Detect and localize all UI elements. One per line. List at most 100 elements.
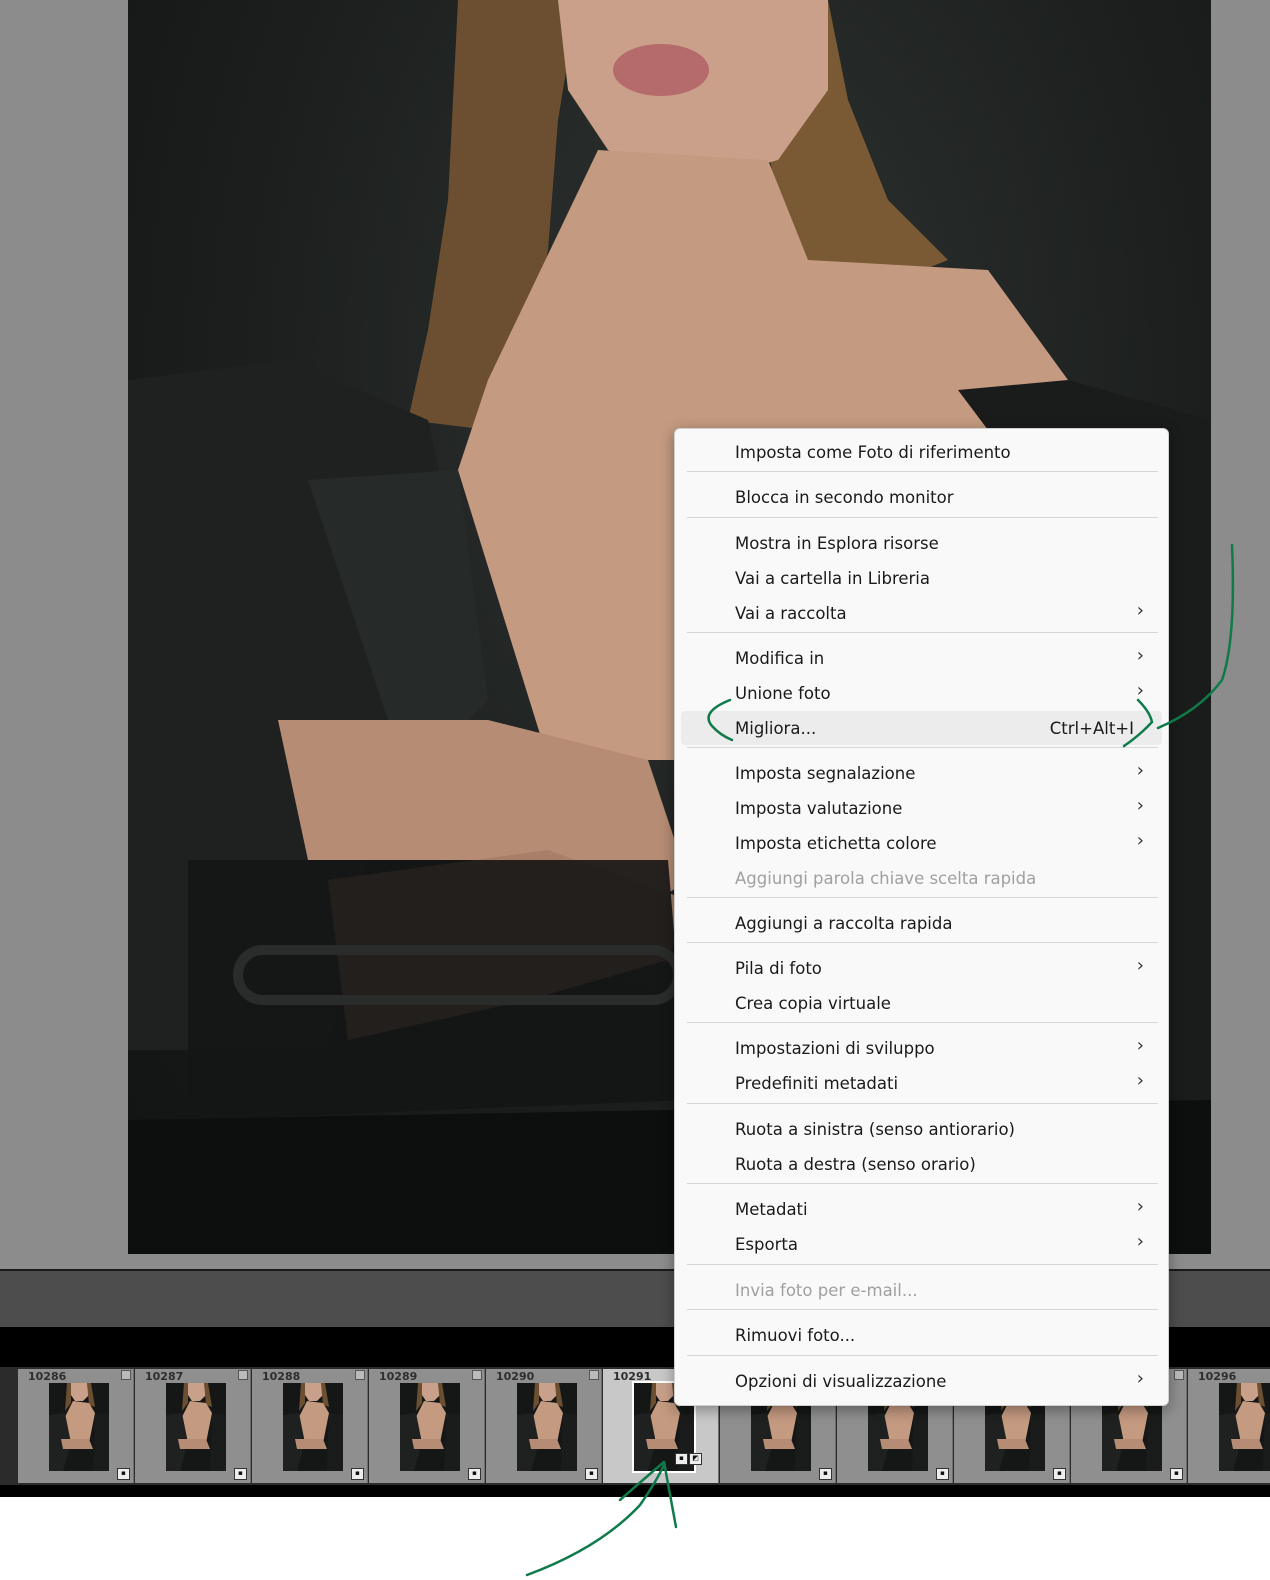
stack-corner-icon[interactable] <box>1174 1370 1184 1380</box>
menu-item-label: Imposta come Foto di riferimento <box>735 443 1011 462</box>
menu-item-aggiungi-a-raccolta-rapida[interactable]: Aggiungi a raccolta rapida <box>681 906 1162 940</box>
menu-item-impostazioni-di-sviluppo[interactable]: Impostazioni di sviluppo › <box>681 1031 1162 1065</box>
menu-item-label: Imposta valutazione <box>735 799 903 818</box>
filmstrip-thumbnail[interactable]: 10286 ▪ <box>18 1369 134 1483</box>
menu-item-pila-di-foto[interactable]: Pila di foto › <box>681 951 1162 985</box>
comment-badge-icon[interactable]: ▪ <box>468 1468 481 1480</box>
menu-item-imposta-valutazione[interactable]: Imposta valutazione › <box>681 791 1162 825</box>
menu-item-label: Esporta <box>735 1235 798 1254</box>
chevron-right-icon: › <box>1136 1196 1144 1217</box>
thumbnail-number: 10286 <box>28 1370 67 1383</box>
menu-item-imposta-segnalazione[interactable]: Imposta segnalazione › <box>681 756 1162 790</box>
menu-item-label: Vai a raccolta <box>735 604 847 623</box>
comment-badge-icon[interactable]: ▪ <box>585 1468 598 1480</box>
menu-item-ruota-a-destra-senso-orario[interactable]: Ruota a destra (senso orario) <box>681 1147 1162 1181</box>
comment-badge-icon[interactable]: ▪ <box>117 1468 130 1480</box>
thumbnail-image <box>166 1383 226 1471</box>
chevron-right-icon: › <box>1136 1070 1144 1091</box>
chevron-right-icon: › <box>1136 1368 1144 1389</box>
stack-corner-icon[interactable] <box>589 1370 599 1380</box>
menu-item-unione-foto[interactable]: Unione foto › <box>681 676 1162 710</box>
comment-badge-icon[interactable]: ▪ <box>1170 1468 1183 1480</box>
thumbnail-image <box>283 1383 343 1471</box>
comment-badge-icon[interactable]: ▪ <box>351 1468 364 1480</box>
thumbnail-number: 10289 <box>379 1370 418 1383</box>
menu-item-label: Predefiniti metadati <box>735 1074 899 1093</box>
comment-badge-icon[interactable]: ▪ <box>1053 1468 1066 1480</box>
menu-separator <box>687 1022 1158 1023</box>
menu-item-mostra-in-esplora-risorse[interactable]: Mostra in Esplora risorse <box>681 526 1162 560</box>
menu-separator <box>687 747 1158 748</box>
stack-corner-icon[interactable] <box>355 1370 365 1380</box>
menu-item-imposta-etichetta-colore[interactable]: Imposta etichetta colore › <box>681 826 1162 860</box>
menu-item-label: Aggiungi parola chiave scelta rapida <box>735 869 1037 888</box>
filmstrip-footer <box>0 1485 1270 1497</box>
menu-item-imposta-come-foto-di-riferimento[interactable]: Imposta come Foto di riferimento <box>681 435 1162 469</box>
menu-item-shortcut: Ctrl+Alt+I <box>1049 719 1134 738</box>
develop-adjusted-icon[interactable]: ◩ <box>689 1453 702 1465</box>
menu-item-label: Impostazioni di sviluppo <box>735 1039 935 1058</box>
chevron-right-icon: › <box>1136 1231 1144 1252</box>
filmstrip-thumbnail[interactable]: 10287 ▪ <box>135 1369 251 1483</box>
filmstrip-thumbnail[interactable]: 10289 ▪ <box>369 1369 485 1483</box>
filmstrip-thumbnail[interactable]: 10296▪ <box>1188 1369 1270 1483</box>
comment-badge-icon[interactable]: ▪ <box>936 1468 949 1480</box>
menu-item-label: Unione foto <box>735 684 831 703</box>
thumbnail-image <box>1219 1383 1270 1471</box>
menu-item-modifica-in[interactable]: Modifica in › <box>681 641 1162 675</box>
menu-item-label: Modifica in <box>735 649 825 668</box>
chevron-right-icon: › <box>1136 600 1144 621</box>
menu-item-label: Vai a cartella in Libreria <box>735 569 931 588</box>
comment-badge-icon[interactable]: ▪ <box>675 1453 688 1465</box>
menu-separator <box>687 1355 1158 1356</box>
filmstrip-thumbnail[interactable]: 10288 ▪ <box>252 1369 368 1483</box>
filmstrip-thumbnail[interactable]: 10290 ▪ <box>486 1369 602 1483</box>
menu-item-migliora[interactable]: Migliora... Ctrl+Alt+I <box>681 711 1162 745</box>
thumbnail-image <box>517 1383 577 1471</box>
menu-item-esporta[interactable]: Esporta › <box>681 1227 1162 1261</box>
menu-separator <box>687 471 1158 472</box>
menu-item-ruota-a-sinistra-senso-antiorario[interactable]: Ruota a sinistra (senso antiorario) <box>681 1112 1162 1146</box>
menu-item-label: Migliora... <box>735 719 817 738</box>
thumbnail-number: 10290 <box>496 1370 535 1383</box>
thumbnail-number: 10291 <box>613 1370 652 1383</box>
thumbnail-number: 10287 <box>145 1370 184 1383</box>
chevron-right-icon: › <box>1136 830 1144 851</box>
stack-corner-icon[interactable] <box>238 1370 248 1380</box>
menu-item-label: Imposta segnalazione <box>735 764 916 783</box>
menu-item-opzioni-di-visualizzazione[interactable]: Opzioni di visualizzazione › <box>681 1364 1162 1398</box>
menu-item-crea-copia-virtuale[interactable]: Crea copia virtuale <box>681 986 1162 1020</box>
menu-item-predefiniti-metadati[interactable]: Predefiniti metadati › <box>681 1066 1162 1100</box>
menu-item-vai-a-cartella-in-libreria[interactable]: Vai a cartella in Libreria <box>681 561 1162 595</box>
menu-separator <box>687 1103 1158 1104</box>
stack-corner-icon[interactable] <box>121 1370 131 1380</box>
menu-item-metadati[interactable]: Metadati › <box>681 1192 1162 1226</box>
chevron-right-icon: › <box>1136 795 1144 816</box>
menu-item-label: Metadati <box>735 1200 808 1219</box>
thumbnail-image <box>400 1383 460 1471</box>
menu-item-vai-a-raccolta[interactable]: Vai a raccolta › <box>681 596 1162 630</box>
menu-item-label: Ruota a sinistra (senso antiorario) <box>735 1120 1015 1139</box>
menu-item-blocca-in-secondo-monitor[interactable]: Blocca in secondo monitor <box>681 480 1162 514</box>
chevron-right-icon: › <box>1136 680 1144 701</box>
menu-item-label: Rimuovi foto... <box>735 1326 856 1345</box>
menu-item-label: Pila di foto <box>735 959 822 978</box>
menu-item-label: Mostra in Esplora risorse <box>735 534 939 553</box>
comment-badge-icon[interactable]: ▪ <box>234 1468 247 1480</box>
menu-item-label: Crea copia virtuale <box>735 994 891 1013</box>
menu-item-label: Opzioni di visualizzazione <box>735 1372 947 1391</box>
menu-separator <box>687 517 1158 518</box>
thumbnail-image <box>49 1383 109 1471</box>
chevron-right-icon: › <box>1136 955 1144 976</box>
menu-separator <box>687 897 1158 898</box>
menu-separator <box>687 632 1158 633</box>
menu-item-label: Blocca in secondo monitor <box>735 488 954 507</box>
chevron-right-icon: › <box>1136 1035 1144 1056</box>
menu-item-label: Ruota a destra (senso orario) <box>735 1155 976 1174</box>
stack-corner-icon[interactable] <box>472 1370 482 1380</box>
comment-badge-icon[interactable]: ▪ <box>819 1468 832 1480</box>
chevron-right-icon: › <box>1136 645 1144 666</box>
menu-separator <box>687 1309 1158 1310</box>
menu-item-rimuovi-foto[interactable]: Rimuovi foto... <box>681 1318 1162 1352</box>
menu-item-invia-foto-per-e-mail: Invia foto per e-mail... <box>681 1273 1162 1307</box>
